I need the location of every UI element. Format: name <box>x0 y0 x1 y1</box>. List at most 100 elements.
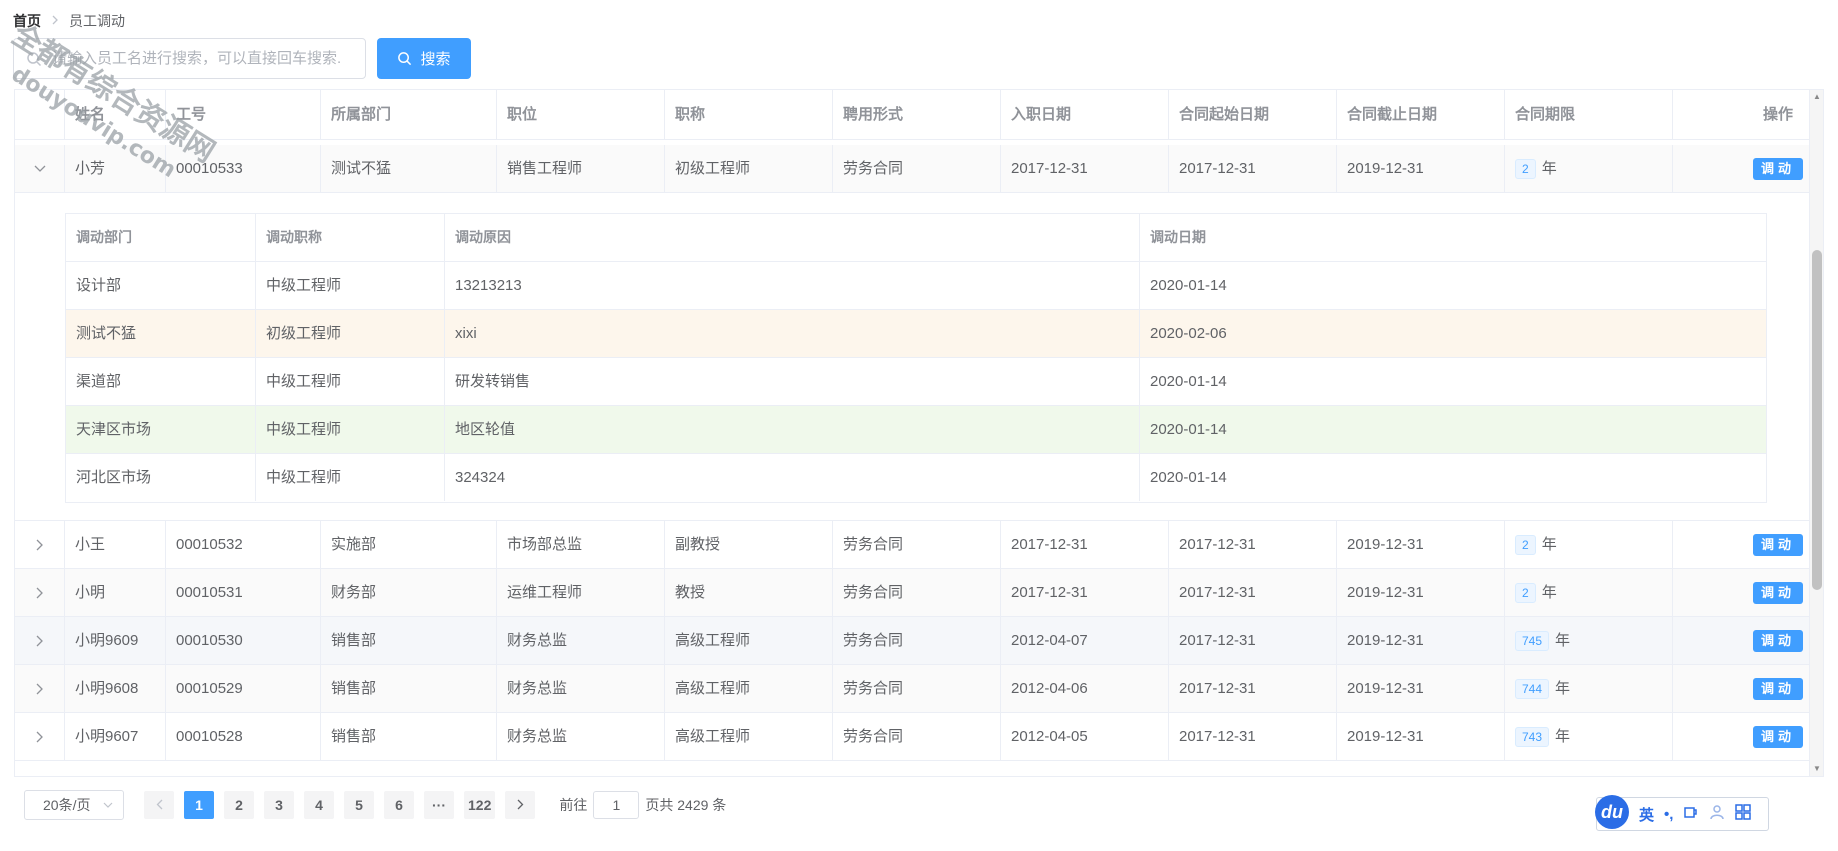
transfer-button[interactable]: 调动 <box>1752 630 1803 652</box>
cell-entry-date: 2017-12-31 <box>1001 145 1169 193</box>
chevron-right-icon <box>517 799 524 810</box>
transfer-button[interactable]: 调动 <box>1752 534 1803 556</box>
expand-toggle[interactable] <box>15 521 65 569</box>
transfer-button[interactable]: 调动 <box>1752 726 1803 748</box>
cell-id: 00010532 <box>166 521 321 569</box>
transfer-button[interactable]: 调动 <box>1752 582 1803 604</box>
goto-page-input[interactable] <box>593 791 640 819</box>
transfer-dept: 测试不猛 <box>66 310 256 357</box>
page-jumper: 前往 页共 2429 条 <box>559 791 726 819</box>
transfer-header-date: 调动日期 <box>1150 229 1206 245</box>
scrollbar-thumb[interactable] <box>1812 250 1822 590</box>
user-icon[interactable] <box>1709 804 1725 824</box>
page-button-last[interactable]: 122 <box>464 791 496 819</box>
transfer-date: 2020-01-14 <box>1150 421 1227 438</box>
cell-end-date: 2019-12-31 <box>1337 617 1505 665</box>
scroll-down-icon[interactable]: ▼ <box>1812 764 1822 774</box>
vertical-scrollbar[interactable]: ▲ ▼ <box>1809 90 1823 776</box>
transfer-dept: 河北区市场 <box>66 454 256 501</box>
ime-lang-toggle[interactable]: 英 <box>1639 804 1654 825</box>
search-input[interactable] <box>52 50 342 67</box>
chevron-right-icon <box>36 587 43 599</box>
table-row: 小明9608 00010529 销售部 财务总监 高级工程师 劳务合同 2012… <box>15 665 1811 713</box>
cell-entry-date: 2012-04-05 <box>1001 713 1169 761</box>
column-header-start-date: 合同起始日期 <box>1169 90 1337 140</box>
transfer-header-dept: 调动部门 <box>66 214 256 261</box>
expand-toggle[interactable] <box>15 713 65 761</box>
chevron-right-icon <box>36 731 43 743</box>
cell-end-date: 2019-12-31 <box>1337 569 1505 617</box>
transfer-dept: 设计部 <box>66 262 256 309</box>
page-ellipsis-button[interactable]: ··· <box>424 791 454 819</box>
chevron-down-icon <box>34 165 45 172</box>
cell-name: 小明9609 <box>65 617 166 665</box>
term-unit: 年 <box>1555 680 1571 698</box>
cell-action: 调动 <box>1673 521 1823 569</box>
cell-term: 2年 <box>1505 145 1673 193</box>
cell-name: 小王 <box>65 521 166 569</box>
cell-end-date: 2019-12-31 <box>1337 521 1505 569</box>
cell-action: 调动 <box>1673 569 1823 617</box>
expand-toggle[interactable] <box>15 617 65 665</box>
grid-icon[interactable] <box>1735 804 1752 824</box>
ime-punct-toggle[interactable]: •, <box>1664 806 1673 823</box>
chevron-right-icon <box>36 635 43 647</box>
transfer-date: 2020-02-06 <box>1150 325 1227 342</box>
transfer-reason: 13213213 <box>445 262 1140 309</box>
next-page-button[interactable] <box>505 791 536 819</box>
cell-entry-date: 2017-12-31 <box>1001 521 1169 569</box>
prev-page-button[interactable] <box>144 791 174 819</box>
goto-label: 前往 <box>559 797 588 813</box>
page-button-4[interactable]: 4 <box>304 791 334 819</box>
cell-title: 高级工程师 <box>665 617 833 665</box>
cup-icon[interactable] <box>1683 804 1699 824</box>
page-button-6[interactable]: 6 <box>384 791 414 819</box>
pagination: 20条/页 1 2 3 4 5 6 ··· 122 前往 页共 2429 条 <box>24 789 726 821</box>
ime-toolbar[interactable]: du 英 •, <box>1595 795 1769 831</box>
table-row: 小王 00010532 实施部 市场部总监 副教授 劳务合同 2017-12-3… <box>15 521 1811 569</box>
cell-end-date: 2019-12-31 <box>1337 713 1505 761</box>
cell-hire-type: 劳务合同 <box>833 665 1001 713</box>
term-tag: 2 <box>1515 583 1536 604</box>
scroll-up-icon[interactable]: ▲ <box>1812 92 1822 102</box>
transfer-row: 设计部 中级工程师 13213213 2020-01-14 <box>66 262 1766 310</box>
cell-start-date: 2017-12-31 <box>1169 665 1337 713</box>
column-header-position: 职位 <box>497 90 665 140</box>
column-header-title: 职称 <box>665 90 833 140</box>
table-header: 姓名 工号 所属部门 职位 职称 聘用形式 入职日期 合同起始日期 合同截止日期… <box>15 90 1811 140</box>
breadcrumb-home[interactable]: 首页 <box>13 11 41 31</box>
ime-logo-icon[interactable]: du <box>1595 795 1629 829</box>
cell-end-date: 2019-12-31 <box>1337 145 1505 193</box>
page-size-select[interactable]: 20条/页 <box>24 790 124 820</box>
cell-position: 财务总监 <box>497 617 665 665</box>
page-button-2[interactable]: 2 <box>224 791 254 819</box>
term-unit: 年 <box>1541 536 1557 554</box>
cell-position: 财务总监 <box>497 665 665 713</box>
transfer-date: 2020-01-14 <box>1150 469 1227 486</box>
page-button-3[interactable]: 3 <box>264 791 294 819</box>
term-unit: 年 <box>1541 160 1557 178</box>
cell-position: 运维工程师 <box>497 569 665 617</box>
column-header-expand <box>15 90 65 140</box>
search-button-label: 搜索 <box>420 51 451 68</box>
transfer-history-panel: 调动部门 调动职称 调动原因 调动日期 设计部 中级工程师 13213213 2… <box>15 193 1811 521</box>
cell-action: 调动 <box>1673 145 1823 193</box>
page-button-5[interactable]: 5 <box>344 791 374 819</box>
term-tag: 744 <box>1515 679 1550 700</box>
expand-toggle[interactable] <box>15 665 65 713</box>
cell-id: 00010529 <box>166 665 321 713</box>
page-button-1[interactable]: 1 <box>184 791 214 819</box>
transfer-title: 中级工程师 <box>256 454 445 501</box>
term-unit: 年 <box>1555 728 1571 746</box>
transfer-button[interactable]: 调动 <box>1752 678 1803 700</box>
cell-title: 高级工程师 <box>665 665 833 713</box>
column-header-end-date: 合同截止日期 <box>1337 90 1505 140</box>
search-button[interactable]: 搜索 <box>377 38 471 79</box>
search-field[interactable] <box>13 38 366 79</box>
cell-term: 745 年 <box>1505 617 1673 665</box>
transfer-button[interactable]: 调动 <box>1752 158 1803 180</box>
expand-toggle[interactable] <box>15 145 65 193</box>
transfer-reason: 地区轮值 <box>445 406 1140 453</box>
expand-toggle[interactable] <box>15 569 65 617</box>
transfer-title: 中级工程师 <box>256 406 445 453</box>
